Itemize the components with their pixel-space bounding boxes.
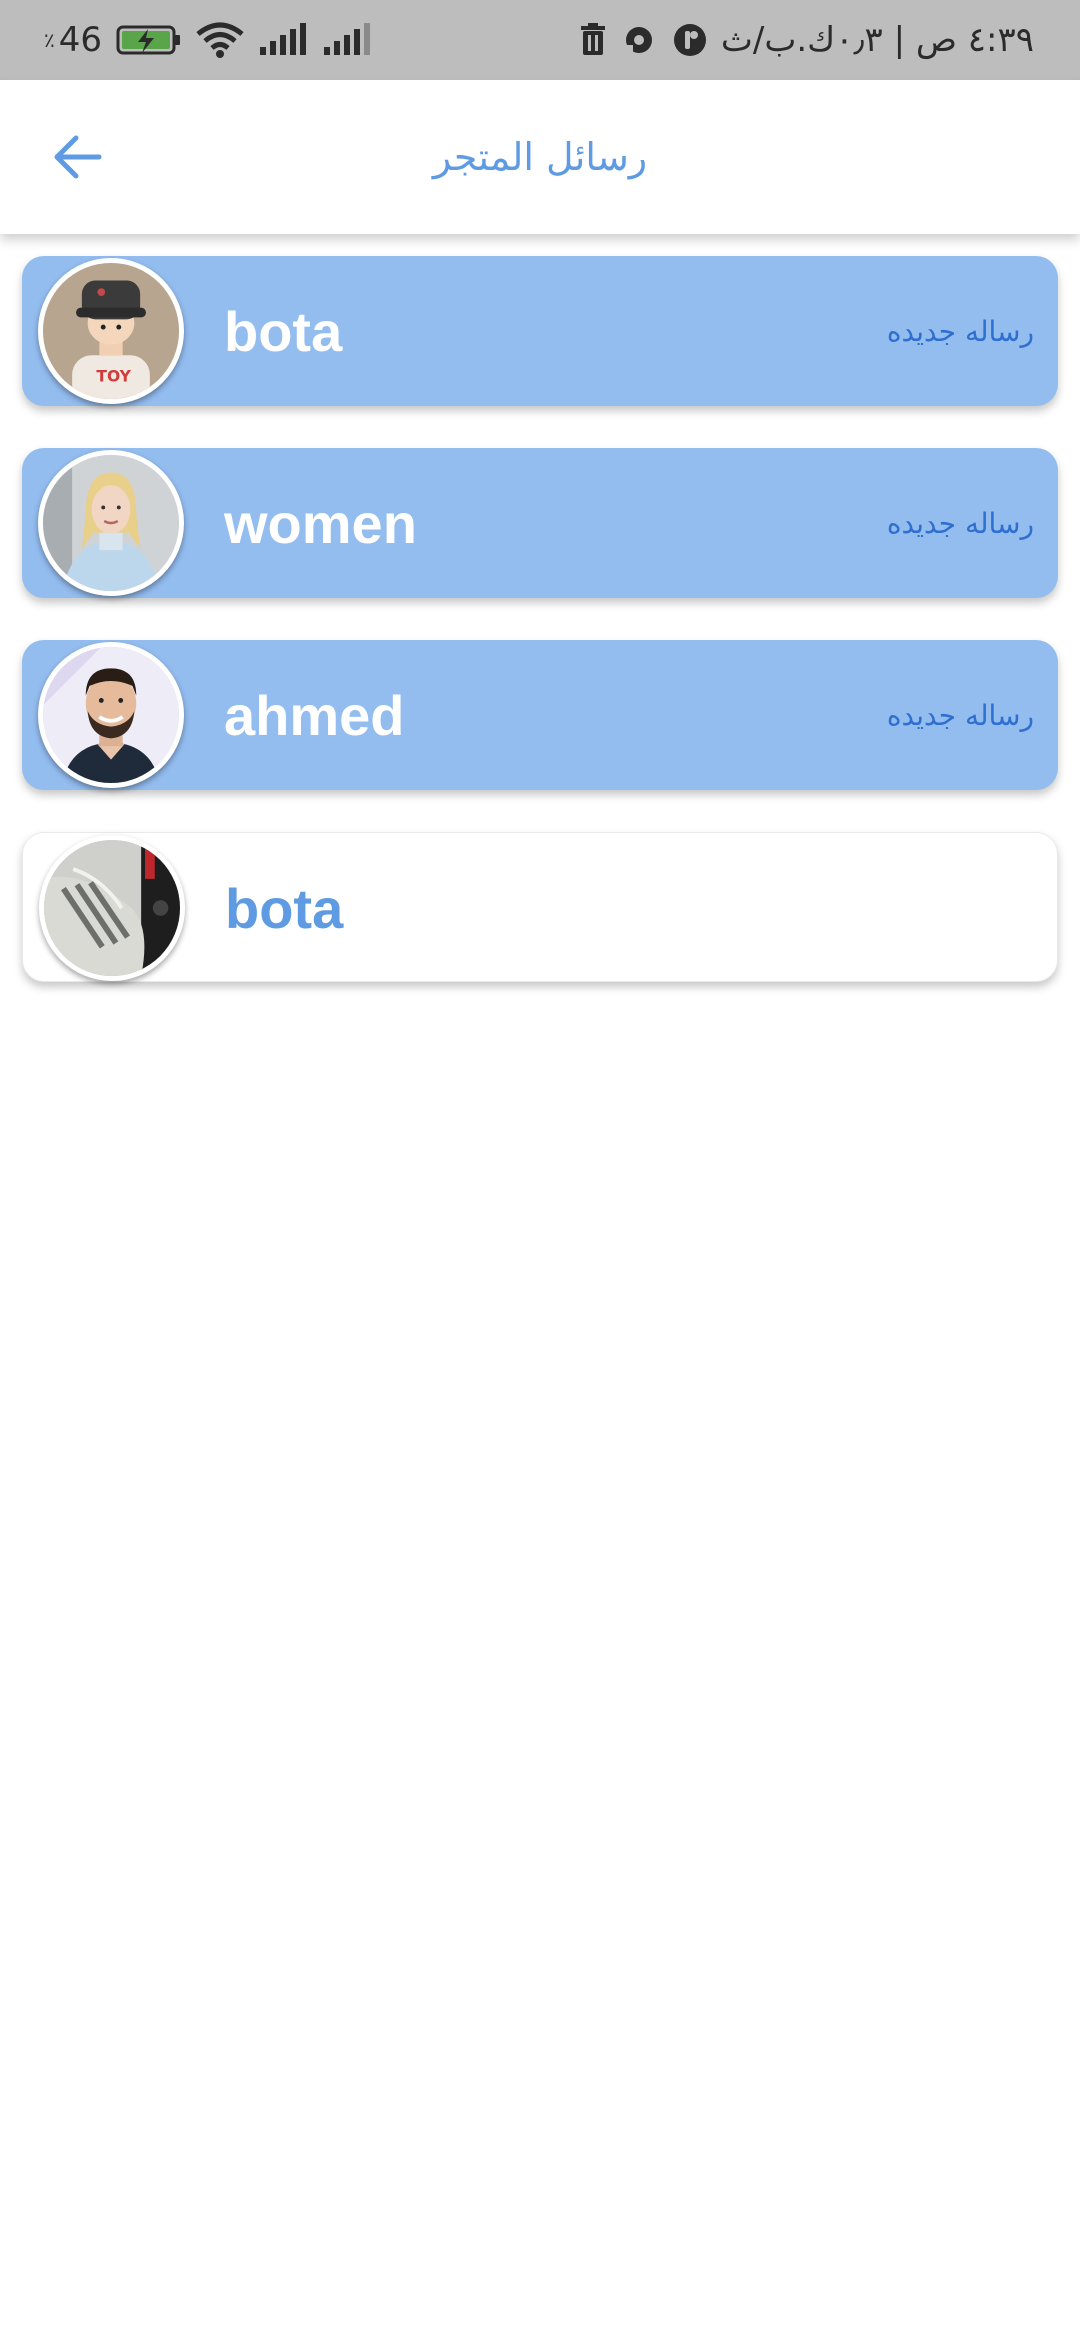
conversation-name: bota [225, 876, 344, 940]
conversation-card[interactable]: bota [22, 832, 1058, 982]
blonde-woman-avatar [38, 450, 184, 596]
conversation-list: TOY bota رساله جديده women رساله جديده a… [22, 256, 1058, 1024]
sneaker-avatar [39, 835, 185, 981]
app-icon [673, 23, 707, 57]
conversation-card[interactable]: TOY bota رساله جديده [22, 256, 1058, 406]
smiling-man-avatar [38, 642, 184, 788]
status-bar-right: ٤:٣٩ ص | ٠٫٣ك.ب/ث [579, 0, 1034, 80]
signal-icon [258, 23, 308, 57]
wifi-icon [196, 22, 244, 58]
conversation-name: ahmed [224, 683, 405, 747]
conversation-card[interactable]: ahmed رساله جديده [22, 640, 1058, 790]
child-with-hat-avatar: TOY [38, 258, 184, 404]
battery-charging-icon [116, 23, 182, 57]
new-message-badge: رساله جديده [886, 314, 1034, 348]
conversation-name: women [224, 491, 417, 555]
battery-level: 46 [58, 20, 103, 60]
conversation-card[interactable]: women رساله جديده [22, 448, 1058, 598]
record-icon [621, 23, 659, 57]
new-message-badge: رساله جديده [886, 698, 1034, 732]
new-message-badge: رساله جديده [886, 506, 1034, 540]
status-time: ٤:٣٩ ص | ٠٫٣ك.ب/ث [720, 20, 1034, 60]
status-bar-left: ٪ 46 [44, 0, 372, 80]
conversation-name: bota [224, 299, 343, 363]
signal-icon-2 [322, 23, 372, 57]
status-bar: ٤:٣٩ ص | ٠٫٣ك.ب/ث ٪ 46 [0, 0, 1080, 80]
page-title: رسائل المتجر [432, 135, 648, 179]
app-bar: رسائل المتجر [0, 80, 1080, 234]
svg-text:TOY: TOY [96, 368, 131, 386]
battery-percent-sign: ٪ [44, 28, 55, 52]
trash-icon [579, 23, 607, 57]
